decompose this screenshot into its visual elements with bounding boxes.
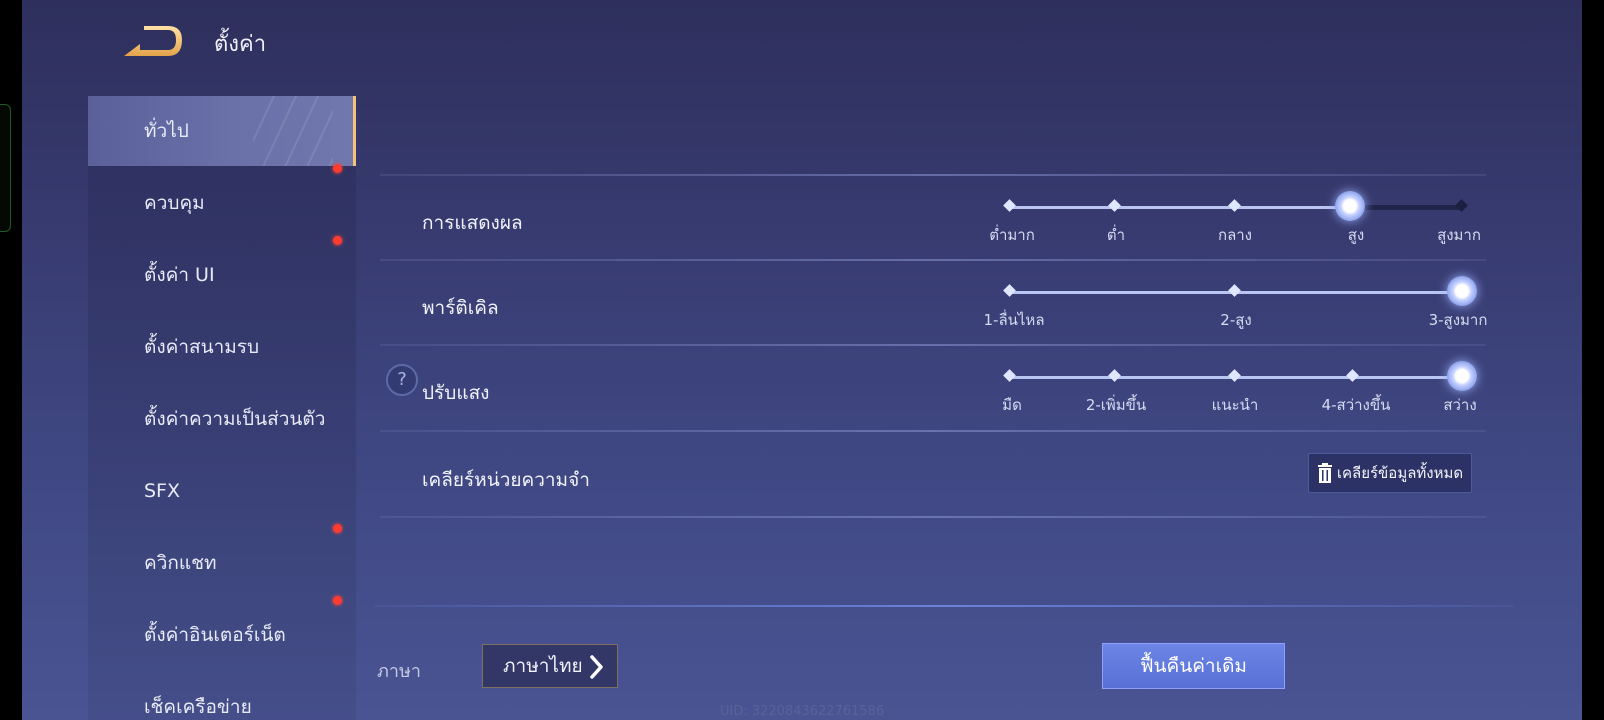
sidebar-item-label: SFX (144, 480, 181, 502)
sidebar-item-label: ควบคุม (144, 192, 205, 214)
slider-tick[interactable] (1228, 284, 1241, 297)
row-divider (380, 259, 1486, 261)
option-label: 2-เพิ่มขึ้น (1085, 396, 1147, 414)
brightness-slider[interactable]: มืด 2-เพิ่มขึ้น แนะนำ 4-สว่างขึ้น สว่าง (1002, 361, 1477, 414)
sidebar-item-general[interactable]: ทั่วไป (88, 96, 356, 166)
slider-tick[interactable] (1228, 369, 1241, 382)
clear-cache-label: เคลียร์หน่วยความจำ (422, 469, 590, 491)
sidebar-item-privacy[interactable]: ตั้งค่าความเป็นส่วนตัว (88, 384, 356, 454)
option-label: 1-ลื่นไหล (983, 311, 1045, 329)
slider-tick[interactable] (1003, 284, 1016, 297)
brightness-label: ปรับแสง (422, 382, 490, 404)
slider-tick[interactable] (1108, 369, 1121, 382)
slider-tick[interactable] (1003, 369, 1016, 382)
edge-indicator (0, 104, 11, 232)
clear-all-data-button[interactable]: เคลียร์ข้อมูลทั้งหมด (1308, 453, 1472, 493)
option-label: สูง (1347, 226, 1365, 244)
trash-icon (1317, 463, 1332, 483)
option-label: สูงมาก (1437, 226, 1481, 244)
notification-dot (333, 236, 342, 245)
sidebar-item-quick-chat[interactable]: ควิกแชท (88, 524, 356, 598)
chevron-right-icon (590, 655, 603, 679)
slider-tick[interactable] (1003, 199, 1016, 212)
row-divider (380, 174, 1486, 176)
display-quality-slider[interactable]: ต่ำมาก ต่ำ กลาง สูง สูงมาก (989, 191, 1481, 244)
slider-track (1010, 206, 1350, 209)
clear-all-data-label: เคลียร์ข้อมูลทั้งหมด (1336, 464, 1464, 482)
option-label: 4-สว่างขึ้น (1321, 396, 1391, 414)
option-label: มืด (1002, 396, 1022, 414)
slider-tick[interactable] (1108, 199, 1121, 212)
option-label: 2-สูง (1220, 311, 1252, 329)
sidebar: ทั่วไป ควบคุม ตั้งค่า UI ตั้งค่าสนามรบ ต… (88, 96, 356, 720)
particle-slider[interactable]: 1-ลื่นไหล 2-สูง 3-สูงมาก (983, 276, 1487, 329)
sidebar-item-internet[interactable]: ตั้งค่าอินเตอร์เน็ต (88, 596, 356, 670)
sidebar-item-battlefield[interactable]: ตั้งค่าสนามรบ (88, 312, 356, 382)
restore-defaults-button[interactable]: ฟื้นคืนค่าเดิม (1102, 643, 1285, 689)
sidebar-item-controls[interactable]: ควบคุม (88, 164, 356, 238)
sidebar-item-network-check[interactable]: เช็คเครือข่าย (88, 672, 356, 720)
particle-label: พาร์ติเคิล (422, 297, 499, 319)
option-label: กลาง (1217, 226, 1253, 244)
slider-tick[interactable] (1228, 199, 1241, 212)
back-arrow-icon (124, 26, 182, 56)
option-label: ต่ำ (1106, 226, 1126, 244)
sidebar-item-label: ตั้งค่าสนามรบ (144, 336, 260, 358)
slider-knob[interactable] (1335, 191, 1365, 221)
slider-tick[interactable] (1346, 369, 1359, 382)
back-button[interactable] (122, 22, 186, 62)
display-quality-label: การแสดงผล (422, 212, 523, 234)
sidebar-item-label: ตั้งค่า UI (144, 264, 215, 286)
sidebar-item-ui-settings[interactable]: ตั้งค่า UI (88, 236, 356, 310)
sidebar-item-label: ตั้งค่าอินเตอร์เน็ต (144, 624, 286, 646)
sidebar-item-label: เช็คเครือข่าย (144, 696, 252, 718)
sidebar-item-label: ทั่วไป (144, 120, 189, 142)
row-divider (380, 344, 1486, 346)
option-label: แนะนำ (1211, 396, 1259, 414)
notification-dot (333, 596, 342, 605)
page-title: ตั้งค่า (214, 32, 267, 57)
settings-screen: ตั้งค่า ทั่วไป ควบคุม ตั้งค่า UI ตั้งค่า… (22, 0, 1582, 720)
option-label: สว่าง (1443, 396, 1477, 414)
row-divider (380, 430, 1486, 432)
slider-knob[interactable] (1447, 276, 1477, 306)
sidebar-item-label: ตั้งค่าความเป็นส่วนตัว (144, 408, 326, 430)
language-select-button[interactable]: ภาษาไทย (482, 644, 618, 688)
help-icon[interactable]: ? (386, 364, 418, 396)
user-id-text: UID: 3220843622761586 (720, 704, 885, 719)
notification-dot (333, 164, 342, 173)
slider-track-remaining (1350, 205, 1462, 210)
section-divider (374, 605, 1514, 607)
sidebar-item-sfx[interactable]: SFX (88, 456, 356, 526)
language-label: ภาษา (377, 661, 421, 682)
option-label: ต่ำมาก (989, 226, 1035, 244)
slider-knob[interactable] (1447, 361, 1477, 391)
sidebar-item-label: ควิกแชท (144, 552, 217, 574)
language-value: ภาษาไทย (503, 655, 583, 677)
notification-dot (333, 524, 342, 533)
row-divider (380, 516, 1486, 518)
option-label: 3-สูงมาก (1428, 311, 1488, 329)
